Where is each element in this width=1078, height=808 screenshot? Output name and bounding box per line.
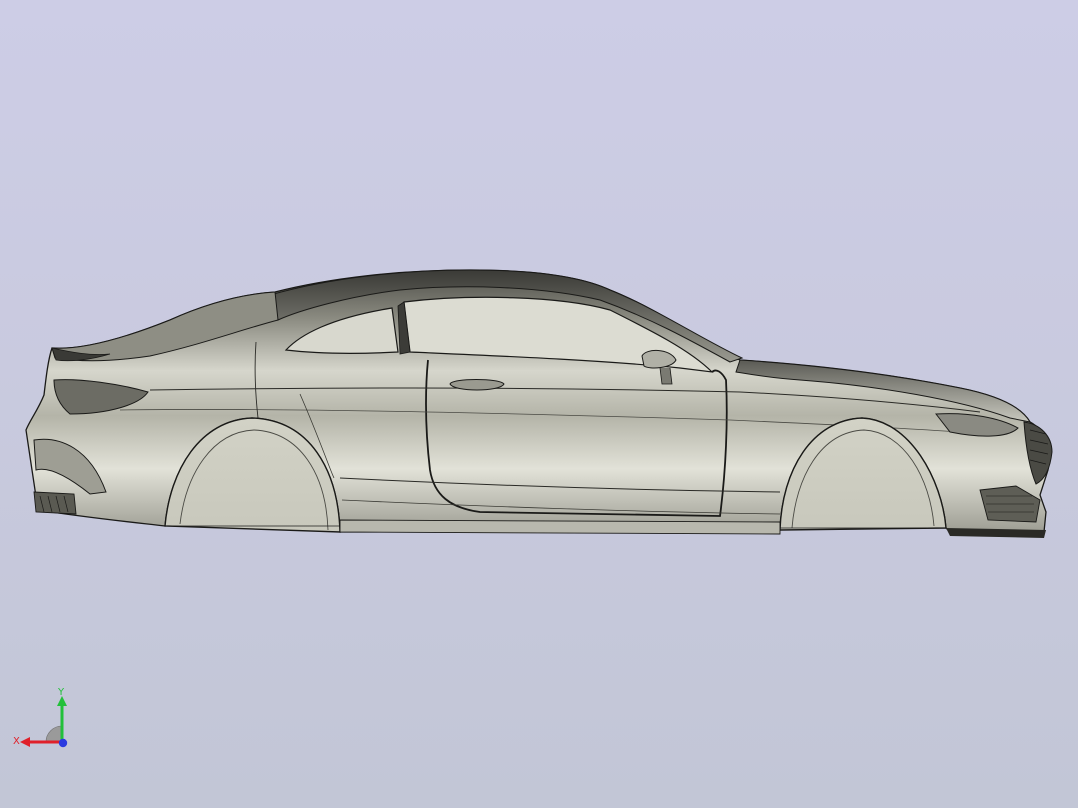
x-axis-label: X bbox=[13, 736, 20, 747]
y-axis-label: Y bbox=[57, 687, 65, 698]
car-body-model[interactable] bbox=[0, 0, 1078, 808]
axis-triad[interactable]: Y X bbox=[12, 686, 76, 752]
triad-plane-quadrant bbox=[45, 725, 63, 743]
z-axis-dot bbox=[58, 738, 68, 748]
door-handle bbox=[449, 379, 505, 391]
3d-viewport[interactable]: Y X bbox=[0, 0, 1078, 808]
rear-diffuser bbox=[33, 491, 77, 515]
side-skirt bbox=[339, 519, 781, 535]
x-axis-arrow bbox=[20, 737, 30, 747]
